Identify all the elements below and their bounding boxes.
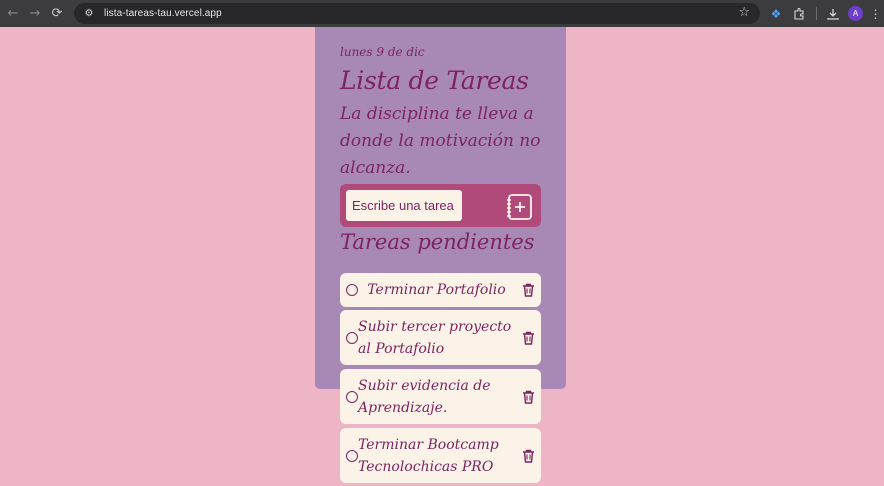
trash-icon[interactable] xyxy=(522,331,535,345)
motivational-quote: La disciplina te lleva a donde la motiva… xyxy=(340,104,541,178)
kebab-menu-icon[interactable]: ⋮ xyxy=(867,0,884,27)
task-input[interactable] xyxy=(346,190,462,221)
task-item: Subir tercer proyecto al Portafolio xyxy=(340,310,541,365)
browser-toolbar: ← → ⟳ ⚙ lista-tareas-tau.vercel.app ☆ ❖ … xyxy=(0,0,884,27)
trash-icon[interactable] xyxy=(522,449,535,463)
pending-tasks-heading: Tareas pendientes xyxy=(340,230,535,254)
task-text: Subir evidencia de Aprendizaje. xyxy=(358,378,491,416)
page-title: Lista de Tareas xyxy=(340,66,529,95)
trash-icon[interactable] xyxy=(522,390,535,404)
reload-icon[interactable]: ⟳ xyxy=(46,0,68,27)
task-text: Terminar Portafolio xyxy=(367,282,506,298)
forward-arrow-icon[interactable]: → xyxy=(24,0,46,27)
add-task-button[interactable] xyxy=(505,193,533,221)
toolbar-divider xyxy=(816,7,817,20)
task-text: Subir tercer proyecto al Portafolio xyxy=(358,319,512,357)
task-complete-radio[interactable] xyxy=(346,284,358,296)
back-arrow-icon[interactable]: ← xyxy=(2,0,24,27)
trash-icon[interactable] xyxy=(522,283,535,297)
task-item: Subir evidencia de Aprendizaje. xyxy=(340,369,541,424)
address-bar[interactable]: ⚙ lista-tareas-tau.vercel.app ☆ xyxy=(74,3,760,24)
current-date: lunes 9 de dic xyxy=(340,45,425,59)
star-icon[interactable]: ☆ xyxy=(738,5,750,20)
extension-icon[interactable]: ❖ xyxy=(766,0,786,27)
download-icon[interactable] xyxy=(823,0,843,27)
profile-avatar[interactable]: A xyxy=(848,6,863,21)
task-text: Terminar Bootcamp Tecnolochicas PRO xyxy=(358,437,499,475)
url-text[interactable]: lista-tareas-tau.vercel.app xyxy=(104,8,222,19)
task-item: Terminar Bootcamp Tecnolochicas PRO xyxy=(340,428,541,483)
task-item: Terminar Portafolio xyxy=(340,273,541,307)
site-info-icon[interactable]: ⚙ xyxy=(82,7,96,21)
puzzle-icon[interactable] xyxy=(789,0,809,27)
task-complete-radio[interactable] xyxy=(346,332,358,344)
task-complete-radio[interactable] xyxy=(346,450,358,462)
notebook-plus-icon xyxy=(507,194,532,220)
task-complete-radio[interactable] xyxy=(346,391,358,403)
